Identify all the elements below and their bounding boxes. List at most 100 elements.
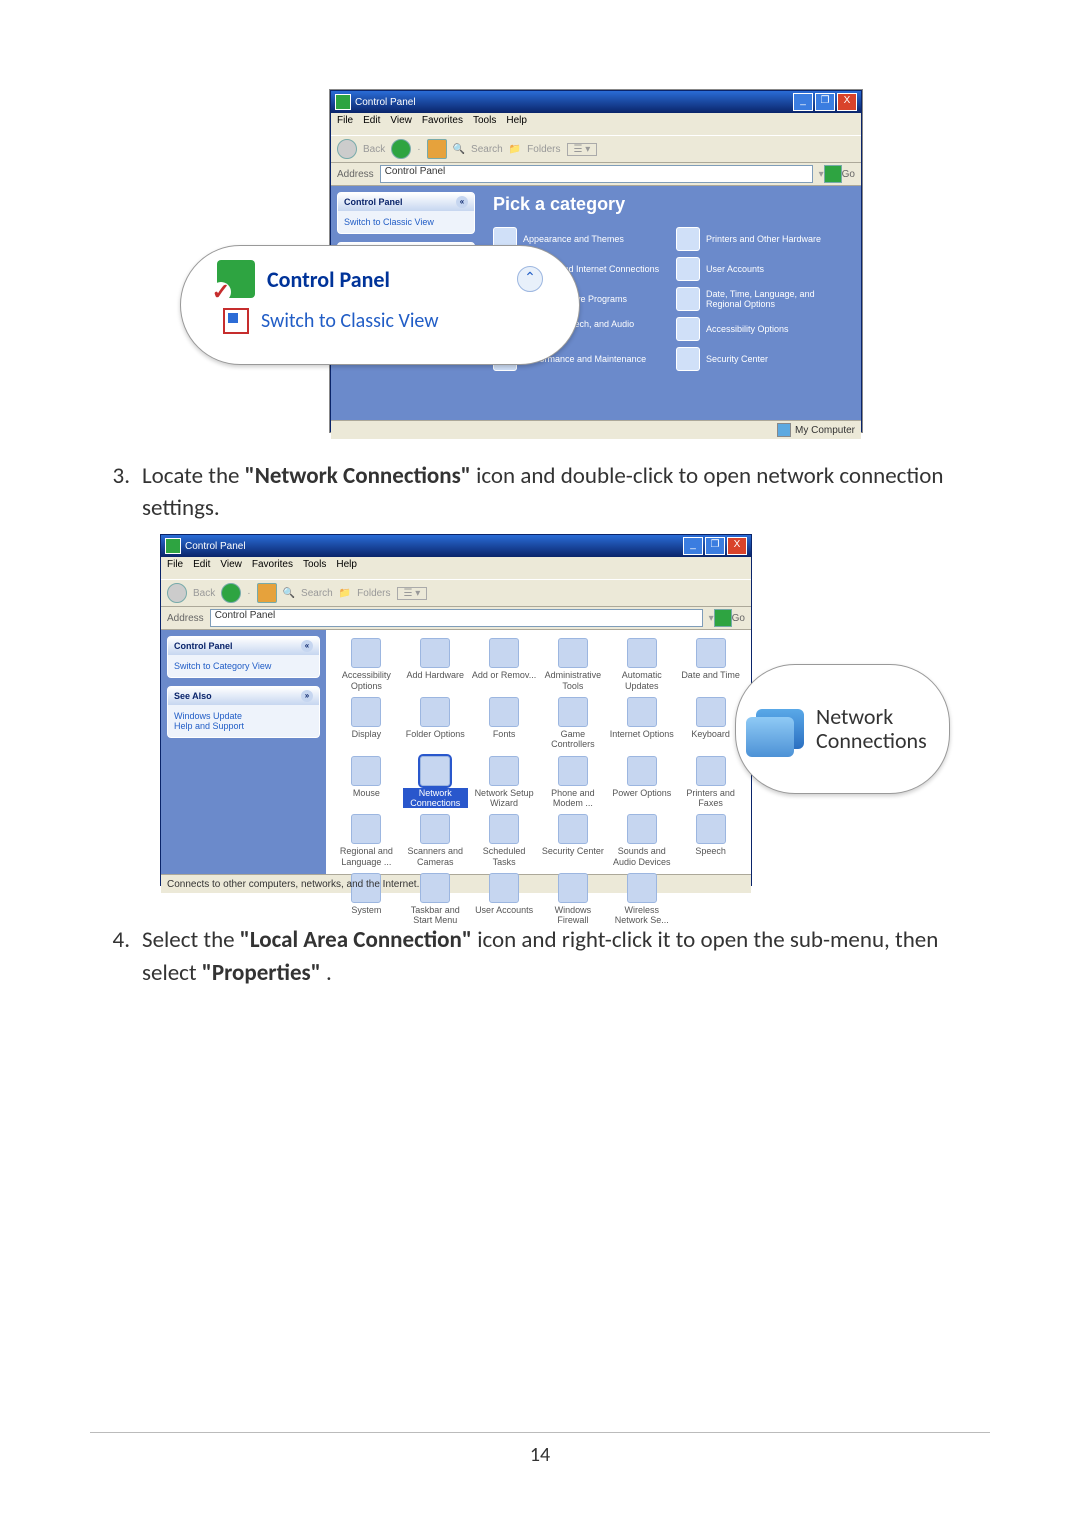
callout-switch-classic: Control Panel ⌃ Switch to Classic View (180, 245, 580, 365)
applet-icon (627, 756, 657, 786)
grid-item[interactable]: Add Hardware (403, 638, 468, 691)
grid-item[interactable]: Date and Time (678, 638, 743, 691)
titlebar[interactable]: Control Panel _ ❐ X (161, 535, 751, 557)
menu-help[interactable]: Help (506, 115, 527, 133)
grid-item[interactable]: Wireless Network Se... (609, 873, 674, 926)
menu-view[interactable]: View (220, 559, 242, 577)
search-label[interactable]: Search (471, 144, 503, 155)
menu-file[interactable]: File (167, 559, 183, 577)
close-button[interactable]: X (727, 537, 747, 555)
back-button[interactable] (337, 139, 357, 159)
address-input[interactable]: Control Panel (210, 609, 703, 627)
menu-favorites[interactable]: Favorites (422, 115, 463, 133)
category-item[interactable]: User Accounts (676, 257, 849, 281)
grid-item[interactable]: User Accounts (472, 873, 537, 926)
category-item[interactable]: Printers and Other Hardware (676, 227, 849, 251)
panel-control-panel: Control Panel « Switch to Classic View (337, 192, 475, 234)
address-label: Address (337, 169, 374, 180)
applet-icon (627, 873, 657, 903)
maximize-button[interactable]: ❐ (705, 537, 725, 555)
applet-label: Network Setup Wizard (472, 788, 537, 809)
menu-tools[interactable]: Tools (473, 115, 496, 133)
menu-file[interactable]: File (337, 115, 353, 133)
callout-label: Network Connections (816, 705, 929, 753)
grid-item[interactable]: Phone and Modem ... (541, 756, 606, 809)
address-input[interactable]: Control Panel (380, 165, 813, 183)
grid-item[interactable]: Game Controllers (541, 697, 606, 750)
menu-tools[interactable]: Tools (303, 559, 326, 577)
grid-item[interactable]: Scanners and Cameras (403, 814, 468, 867)
menu-favorites[interactable]: Favorites (252, 559, 293, 577)
menubar[interactable]: File Edit View Favorites Tools Help (331, 113, 861, 135)
menu-view[interactable]: View (390, 115, 412, 133)
go-button[interactable] (824, 165, 842, 183)
titlebar[interactable]: Control Panel _ ❐ X (331, 91, 861, 113)
figure-control-panel-category: Control Panel _ ❐ X File Edit View Favor… (190, 90, 860, 430)
category-item[interactable]: Accessibility Options (676, 317, 849, 341)
see-also-link[interactable]: Help and Support (174, 721, 313, 731)
grid-item[interactable]: Power Options (609, 756, 674, 809)
control-panel-icon (217, 260, 255, 298)
grid-item[interactable]: Display (334, 697, 399, 750)
menu-help[interactable]: Help (336, 559, 357, 577)
grid-item[interactable]: Accessibility Options (334, 638, 399, 691)
applet-icon (489, 697, 519, 727)
grid-item[interactable]: Speech (678, 814, 743, 867)
grid-item[interactable]: Folder Options (403, 697, 468, 750)
applet-icon (696, 756, 726, 786)
back-button[interactable] (167, 583, 187, 603)
step-number: 3. (90, 460, 142, 524)
menu-edit[interactable]: Edit (363, 115, 380, 133)
grid-item[interactable]: Automatic Updates (609, 638, 674, 691)
applet-label: Windows Firewall (541, 905, 606, 926)
toolbar: Back · 🔍 Search 📁 Folders ☰ ▾ (331, 135, 861, 163)
minimize-button[interactable]: _ (793, 93, 813, 111)
grid-item[interactable]: Internet Options (609, 697, 674, 750)
applet-icon (558, 756, 588, 786)
minimize-button[interactable]: _ (683, 537, 703, 555)
back-label: Back (193, 588, 215, 599)
forward-button[interactable] (391, 139, 411, 159)
grid-item[interactable]: Windows Firewall (541, 873, 606, 926)
grid-item[interactable]: Security Center (541, 814, 606, 867)
category-item[interactable]: Security Center (676, 347, 849, 371)
grid-item[interactable]: Keyboard (678, 697, 743, 750)
collapse-icon[interactable]: « (456, 196, 468, 208)
folders-label[interactable]: Folders (527, 144, 560, 155)
category-icon (676, 317, 700, 341)
grid-item[interactable]: Network Setup Wizard (472, 756, 537, 809)
grid-item[interactable]: Printers and Faxes (678, 756, 743, 809)
address-label: Address (167, 613, 204, 624)
collapse-icon[interactable]: « (301, 640, 313, 652)
close-button[interactable]: X (837, 93, 857, 111)
applet-label: Printers and Faxes (678, 788, 743, 809)
grid-item[interactable]: Fonts (472, 697, 537, 750)
folders-label[interactable]: Folders (357, 588, 390, 599)
go-button[interactable] (714, 609, 732, 627)
grid-item[interactable]: Regional and Language ... (334, 814, 399, 867)
grid-item[interactable]: Network Connections (403, 756, 468, 809)
menu-edit[interactable]: Edit (193, 559, 210, 577)
grid-item[interactable]: Scheduled Tasks (472, 814, 537, 867)
grid-item[interactable]: Administrative Tools (541, 638, 606, 691)
switch-view-link[interactable]: Switch to Classic View (344, 217, 434, 227)
grid-item[interactable]: Mouse (334, 756, 399, 809)
switch-view-link[interactable]: Switch to Category View (174, 661, 271, 671)
callout-link[interactable]: Switch to Classic View (261, 309, 439, 333)
applet-icon (420, 756, 450, 786)
grid-item[interactable]: Add or Remov... (472, 638, 537, 691)
search-label[interactable]: Search (301, 588, 333, 599)
menubar[interactable]: File Edit View Favorites Tools Help (161, 557, 751, 579)
expand-icon[interactable]: » (301, 690, 313, 702)
go-label: Go (842, 169, 855, 180)
category-item[interactable]: Date, Time, Language, and Regional Optio… (676, 287, 849, 311)
maximize-button[interactable]: ❐ (815, 93, 835, 111)
step-4: 4. Select the "Local Area Connection" ic… (90, 924, 990, 988)
forward-button[interactable] (221, 583, 241, 603)
see-also-link[interactable]: Windows Update (174, 711, 313, 721)
chevron-up-icon[interactable]: ⌃ (517, 266, 543, 292)
up-button[interactable] (427, 139, 447, 159)
grid-item[interactable]: Sounds and Audio Devices (609, 814, 674, 867)
up-button[interactable] (257, 583, 277, 603)
applet-icon (420, 814, 450, 844)
